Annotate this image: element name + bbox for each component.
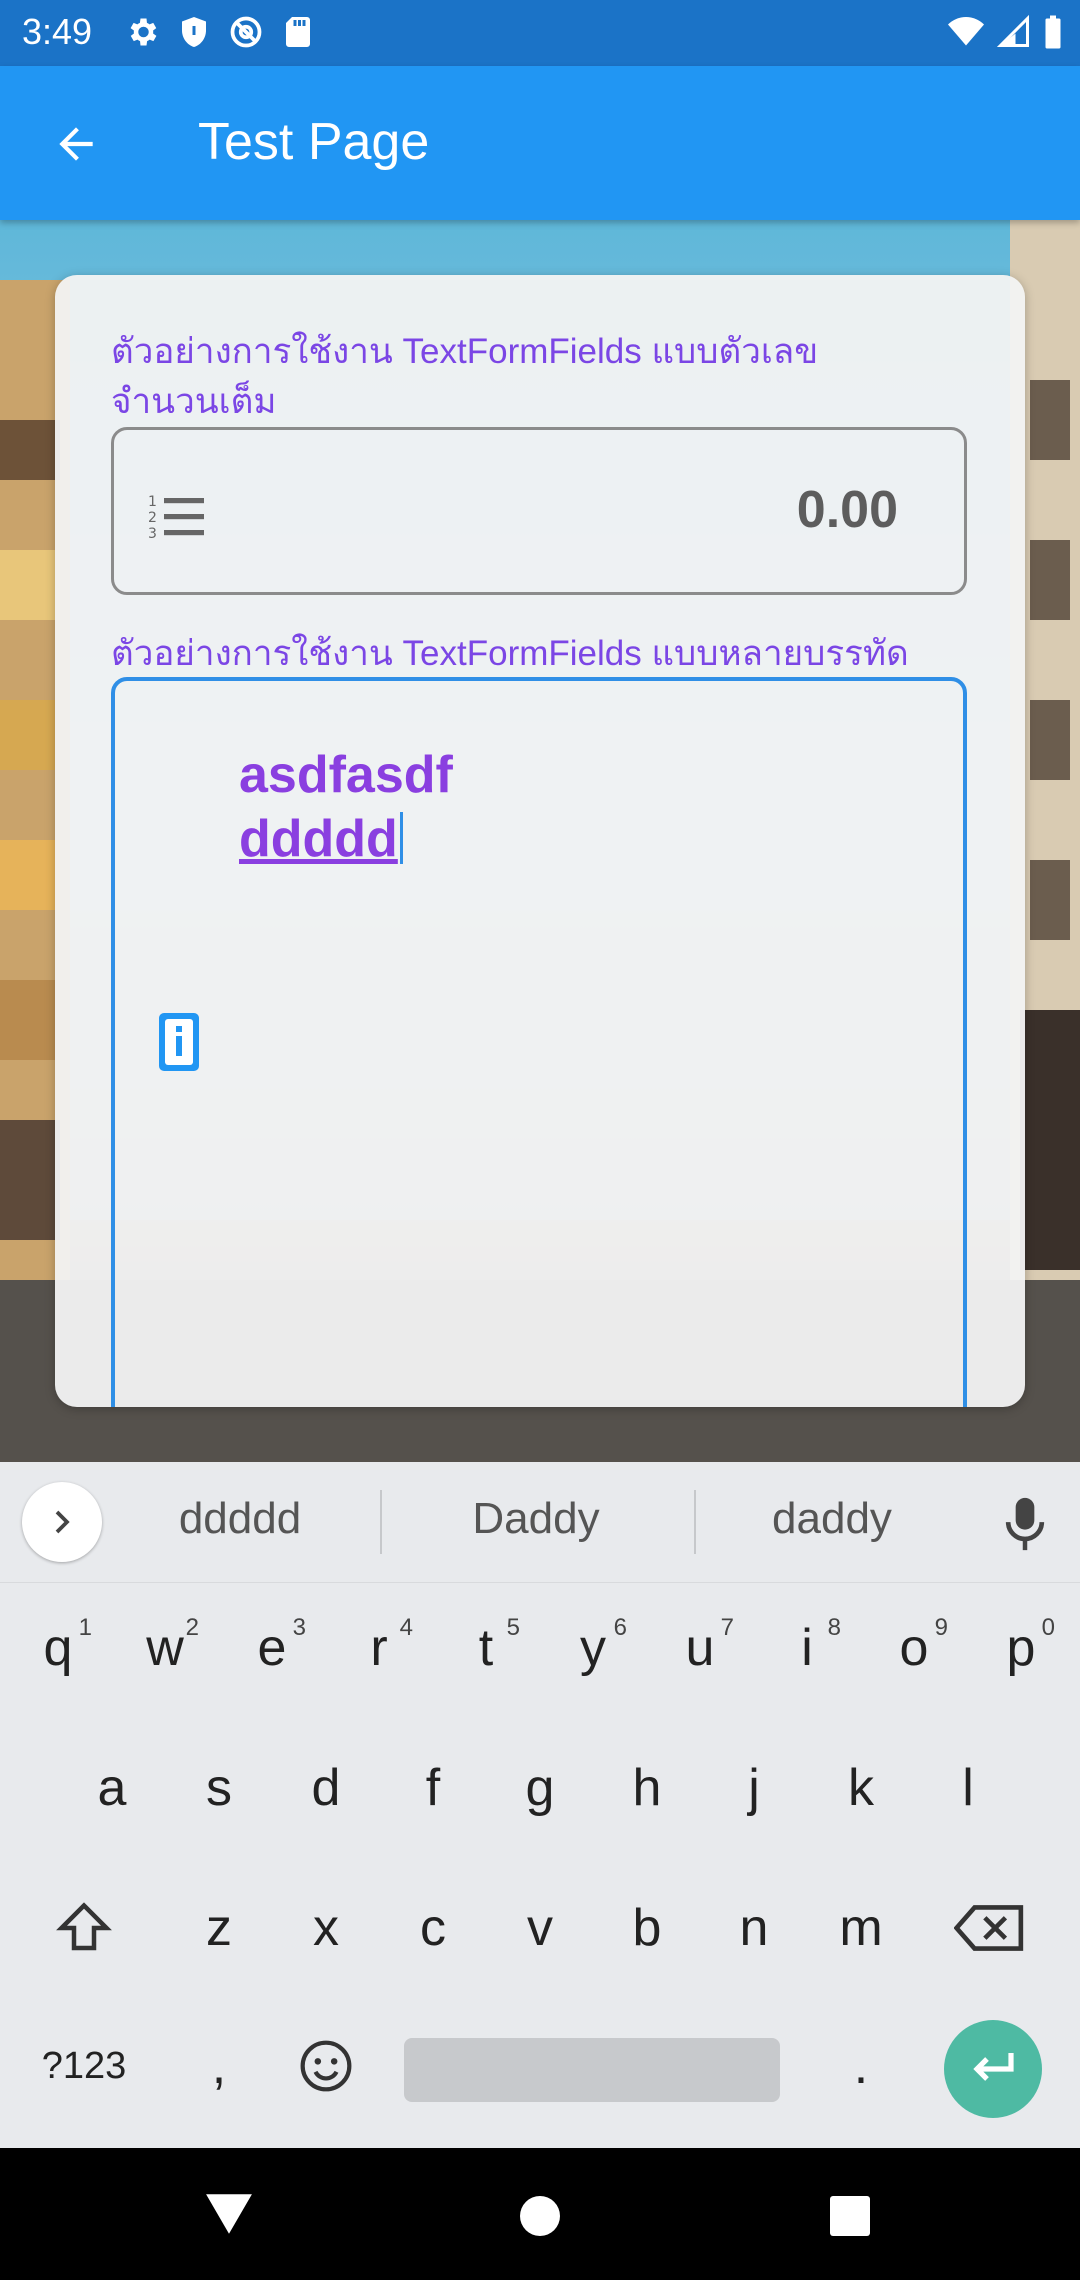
key-w[interactable]: w2 <box>117 1588 213 1708</box>
key-d[interactable]: d <box>278 1728 374 1848</box>
key-t[interactable]: t5 <box>438 1588 534 1708</box>
svg-text:1: 1 <box>148 494 157 510</box>
status-bar: 3:49 <box>0 0 1080 66</box>
number-value: 0.00 <box>796 481 898 539</box>
battery-icon <box>1045 15 1061 49</box>
number-field-label: ตัวอย่างการใช้งาน TextFormFields แบบตัวเ… <box>111 332 819 421</box>
backspace-icon <box>954 1905 1024 1951</box>
suggestion-3[interactable]: daddy <box>682 1494 982 1544</box>
key-q[interactable]: q1 <box>10 1588 106 1708</box>
nav-back-icon[interactable] <box>204 2192 254 2236</box>
emoji-icon <box>300 2040 352 2092</box>
key-b[interactable]: b <box>599 1868 695 1988</box>
space-key[interactable] <box>404 2038 780 2102</box>
period-key[interactable]: . <box>813 2006 909 2126</box>
key-h[interactable]: h <box>599 1728 695 1848</box>
suggestion-2[interactable]: Daddy <box>386 1494 686 1544</box>
key-r[interactable]: r4 <box>331 1588 427 1708</box>
key-l[interactable]: l <box>920 1728 1016 1848</box>
key-c[interactable]: c <box>385 1868 481 1988</box>
key-a[interactable]: a <box>64 1728 160 1848</box>
key-n[interactable]: n <box>706 1868 802 1988</box>
multiline-input[interactable]: asdfasdf ddddd <box>111 677 967 1407</box>
number-input[interactable]: 1 2 3 0.00 <box>111 427 967 595</box>
key-s[interactable]: s <box>171 1728 267 1848</box>
enter-icon <box>973 2053 1014 2081</box>
format-list-numbered-icon: 1 2 3 <box>148 494 204 540</box>
suggestion-strip: ddddd Daddy daddy <box>0 1462 1080 1583</box>
key-z[interactable]: z <box>171 1868 267 1988</box>
settings-icon <box>130 18 157 46</box>
key-j[interactable]: j <box>706 1728 802 1848</box>
system-nav-bar <box>0 2148 1080 2280</box>
page-title: Test Page <box>198 113 430 171</box>
app-bar: Test Page <box>0 66 1080 220</box>
comma-key[interactable]: , <box>171 2006 267 2126</box>
key-m[interactable]: m <box>813 1868 909 1988</box>
key-y[interactable]: y6 <box>545 1588 641 1708</box>
multiline-text-line2: ddddd <box>239 810 398 868</box>
arrow-left-icon <box>59 127 93 161</box>
key-f[interactable]: f <box>385 1728 481 1848</box>
svg-text:2: 2 <box>148 510 157 526</box>
enter-key[interactable] <box>944 2020 1042 2118</box>
sd-card-icon <box>286 17 310 47</box>
key-k[interactable]: k <box>813 1728 909 1848</box>
symbols-key[interactable]: ?123 <box>36 2006 132 2126</box>
chevron-right-icon <box>55 1510 70 1534</box>
key-g[interactable]: g <box>492 1728 588 1848</box>
nav-recents-button[interactable] <box>830 2196 870 2236</box>
form-card: ตัวอย่างการใช้งาน TextFormFields แบบตัวเ… <box>55 275 1025 1407</box>
emoji-key[interactable] <box>278 2006 374 2126</box>
suggestion-divider <box>380 1490 382 1554</box>
key-o[interactable]: o9 <box>866 1588 962 1708</box>
text-cursor <box>399 812 403 864</box>
signal-icon <box>996 14 1029 47</box>
status-icons-right <box>946 14 1064 50</box>
nav-home-button[interactable] <box>520 2196 560 2236</box>
multiline-field-label: ตัวอย่างการใช้งาน TextFormFields แบบหลาย… <box>111 634 909 673</box>
wifi-icon <box>948 17 984 46</box>
microphone-icon[interactable] <box>1002 1496 1048 1552</box>
key-e[interactable]: e3 <box>224 1588 320 1708</box>
backspace-key[interactable] <box>942 1868 1038 1988</box>
soft-keyboard: ddddd Daddy daddy q1 w2 e3 r4 t5 y6 u7 i… <box>0 1462 1080 2148</box>
key-p[interactable]: p0 <box>973 1588 1069 1708</box>
key-v[interactable]: v <box>492 1868 588 1988</box>
at-sign-icon <box>230 16 262 48</box>
key-u[interactable]: u7 <box>652 1588 748 1708</box>
multiline-text: asdfasdf ddddd <box>239 743 453 871</box>
svg-text:3: 3 <box>148 526 157 540</box>
back-button[interactable] <box>44 112 108 176</box>
shift-key[interactable] <box>36 1868 132 1988</box>
info-icon <box>159 1013 199 1071</box>
shield-icon <box>182 17 206 47</box>
key-x[interactable]: x <box>278 1868 374 1988</box>
suggestion-1[interactable]: ddddd <box>90 1494 390 1544</box>
key-i[interactable]: i8 <box>759 1588 855 1708</box>
multiline-text-line1: asdfasdf <box>239 746 453 804</box>
shift-icon <box>56 1902 112 1951</box>
status-time: 3:49 <box>22 11 93 52</box>
status-icons-left <box>124 14 316 50</box>
